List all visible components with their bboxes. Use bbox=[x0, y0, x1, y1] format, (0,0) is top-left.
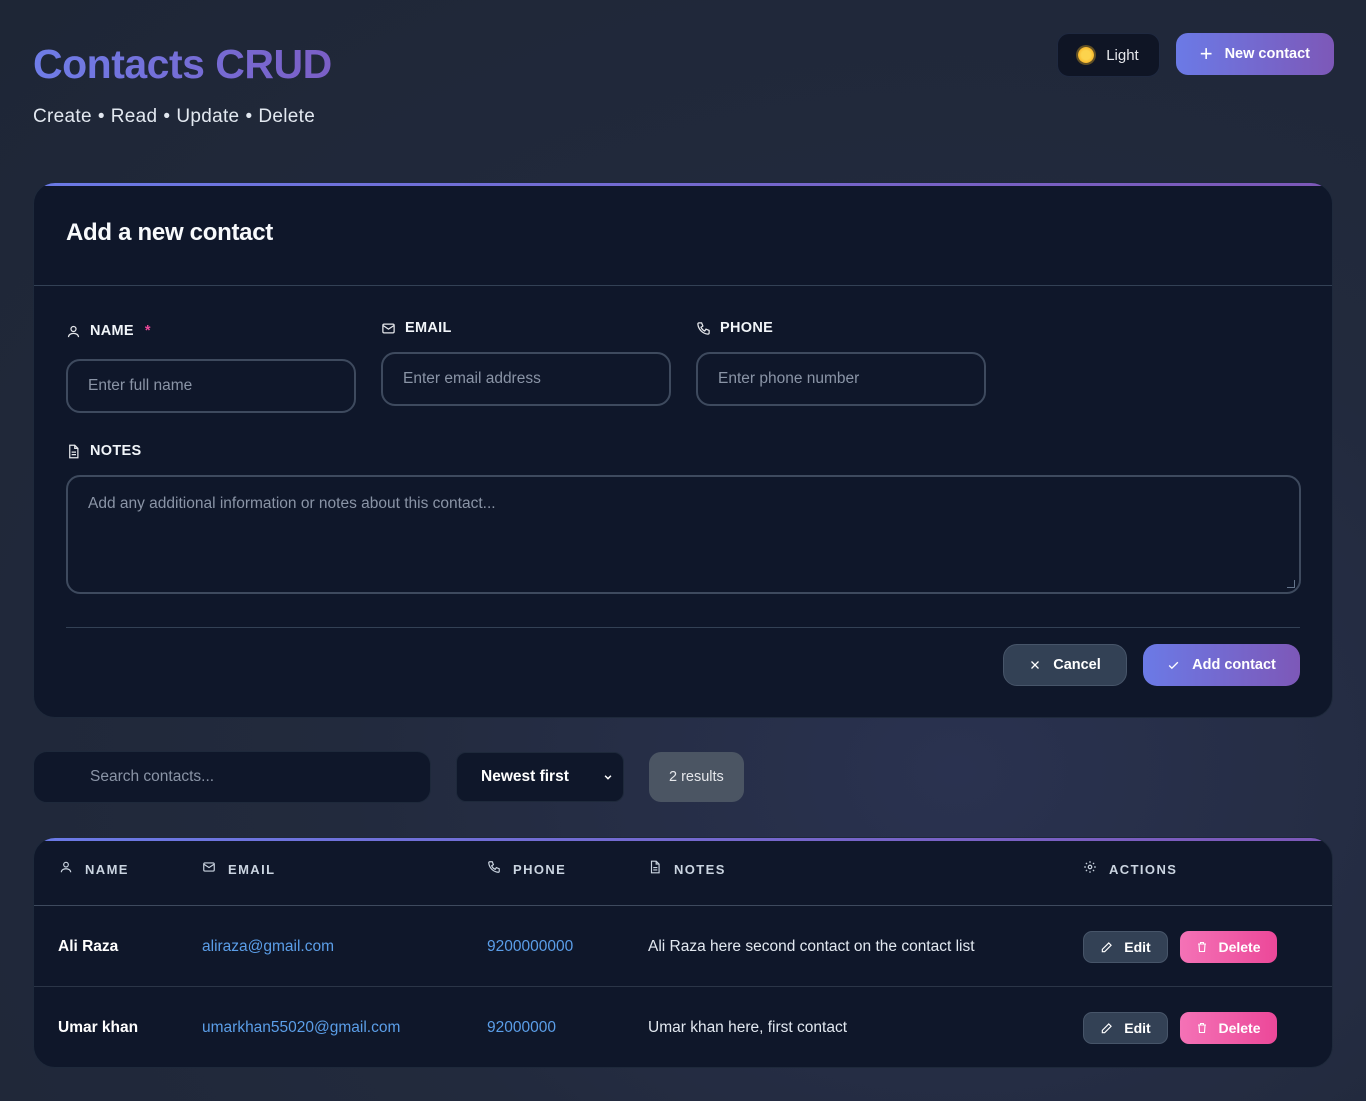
edit-label: Edit bbox=[1124, 1019, 1151, 1036]
cancel-button[interactable]: Cancel bbox=[1003, 644, 1127, 686]
edit-icon bbox=[1100, 1021, 1114, 1035]
table-row: Umar khan umarkhan55020@gmail.com 920000… bbox=[34, 987, 1332, 1067]
column-header-name: NAME bbox=[59, 861, 129, 877]
contact-email-link[interactable]: aliraza@gmail.com bbox=[202, 906, 334, 987]
document-icon bbox=[66, 444, 81, 459]
row-actions: Edit Delete bbox=[1083, 906, 1277, 987]
required-marker: * bbox=[144, 323, 151, 339]
table-header: NAME EMAIL PHONE NOTES ACTIONS bbox=[34, 838, 1332, 906]
subtitle-separator: • bbox=[163, 106, 171, 127]
trash-icon bbox=[1196, 1021, 1208, 1035]
email-input[interactable]: Enter email address bbox=[381, 352, 671, 406]
email-label-text: EMAIL bbox=[405, 320, 452, 336]
contact-notes: Umar khan here, first contact bbox=[648, 1018, 847, 1036]
edit-button[interactable]: Edit bbox=[1083, 930, 1168, 963]
user-icon bbox=[66, 324, 81, 339]
mail-icon bbox=[202, 861, 216, 874]
phone-icon bbox=[487, 860, 501, 874]
top-actions: Light + New contact bbox=[1057, 33, 1334, 77]
edit-label: Edit bbox=[1124, 938, 1151, 955]
theme-toggle-button[interactable]: Light bbox=[1057, 33, 1160, 77]
name-label-text: NAME bbox=[90, 323, 134, 339]
name-field: NAME * Enter full name bbox=[66, 323, 356, 413]
page-subtitle: Create • Read • Update • Delete bbox=[33, 106, 332, 128]
search-input[interactable]: Search contacts... bbox=[33, 751, 431, 803]
list-toolbar: Search contacts... Newest first 2 result… bbox=[33, 751, 744, 803]
user-icon bbox=[59, 861, 73, 874]
sort-select[interactable]: Newest first bbox=[456, 752, 624, 802]
column-header-notes: NOTES bbox=[648, 860, 726, 877]
column-header-email: EMAIL bbox=[202, 861, 276, 877]
email-field: EMAIL Enter email address bbox=[381, 320, 671, 406]
edit-button[interactable]: Edit bbox=[1083, 1011, 1168, 1044]
column-header-email-label: EMAIL bbox=[228, 862, 276, 877]
column-header-notes-label: NOTES bbox=[674, 862, 726, 877]
sun-icon bbox=[1078, 47, 1095, 63]
theme-toggle-label: Light bbox=[1106, 46, 1139, 64]
mail-icon bbox=[381, 321, 396, 336]
row-actions: Edit Delete bbox=[1083, 987, 1277, 1067]
results-count-badge: 2 results bbox=[649, 752, 744, 802]
column-header-actions-label: ACTIONS bbox=[1109, 862, 1178, 877]
column-header-phone: PHONE bbox=[487, 860, 567, 877]
delete-button[interactable]: Delete bbox=[1180, 930, 1277, 963]
check-icon bbox=[1167, 659, 1180, 672]
delete-label: Delete bbox=[1218, 938, 1261, 955]
contacts-table: NAME EMAIL PHONE NOTES ACTIONS Ali Raza … bbox=[33, 837, 1333, 1068]
phone-field: PHONE Enter phone number bbox=[696, 320, 986, 406]
subtitle-separator: • bbox=[97, 106, 105, 127]
contact-phone-link[interactable]: 92000000 bbox=[487, 987, 556, 1067]
phone-icon bbox=[696, 321, 711, 336]
table-row: Ali Raza aliraza@gmail.com 9200000000 Al… bbox=[34, 906, 1332, 987]
sort-selected-value: Newest first bbox=[481, 768, 569, 785]
contact-notes: Ali Raza here second contact on the cont… bbox=[648, 937, 975, 955]
form-actions: Cancel Add contact bbox=[1003, 644, 1300, 686]
chevron-down-icon bbox=[603, 772, 613, 782]
name-label: NAME * bbox=[66, 323, 356, 339]
new-contact-button[interactable]: + New contact bbox=[1175, 33, 1334, 75]
edit-icon bbox=[1100, 940, 1114, 954]
notes-placeholder: Add any additional information or notes … bbox=[88, 495, 496, 512]
notes-label: NOTES bbox=[66, 443, 1301, 459]
subtitle-update: Update bbox=[176, 106, 240, 127]
add-contact-button[interactable]: Add contact bbox=[1143, 644, 1300, 686]
notes-label-text: NOTES bbox=[90, 443, 142, 459]
add-contact-form: Add a new contact NAME * Enter full name… bbox=[33, 182, 1333, 718]
email-label: EMAIL bbox=[381, 320, 671, 336]
column-header-name-label: NAME bbox=[85, 862, 129, 877]
column-header-actions: ACTIONS bbox=[1083, 860, 1178, 877]
close-icon bbox=[1029, 659, 1041, 671]
subtitle-read: Read bbox=[110, 106, 158, 127]
phone-label-text: PHONE bbox=[720, 320, 774, 336]
contact-email-link[interactable]: umarkhan55020@gmail.com bbox=[202, 987, 400, 1067]
name-input[interactable]: Enter full name bbox=[66, 359, 356, 413]
gear-icon bbox=[1083, 860, 1097, 874]
plus-icon: + bbox=[1199, 41, 1213, 66]
column-header-phone-label: PHONE bbox=[513, 862, 567, 877]
contact-name: Ali Raza bbox=[58, 937, 119, 955]
subtitle-delete: Delete bbox=[258, 106, 316, 127]
resize-grip-icon[interactable] bbox=[1287, 580, 1295, 588]
page-header: Contacts CRUD Create • Read • Update • Delete bbox=[33, 40, 332, 128]
cancel-label: Cancel bbox=[1053, 657, 1101, 673]
form-title: Add a new contact bbox=[66, 219, 273, 246]
form-header: Add a new contact bbox=[34, 183, 1332, 286]
trash-icon bbox=[1196, 940, 1208, 954]
contact-name: Umar khan bbox=[58, 1018, 139, 1036]
delete-label: Delete bbox=[1218, 1019, 1261, 1036]
phone-label: PHONE bbox=[696, 320, 986, 336]
page-title: Contacts CRUD bbox=[33, 41, 332, 87]
subtitle-separator: • bbox=[245, 106, 253, 127]
delete-button[interactable]: Delete bbox=[1180, 1011, 1277, 1044]
form-divider bbox=[66, 627, 1300, 628]
notes-field: NOTES Add any additional information or … bbox=[66, 443, 1301, 594]
subtitle-create: Create bbox=[33, 106, 92, 127]
phone-input[interactable]: Enter phone number bbox=[696, 352, 986, 406]
contact-phone-link[interactable]: 9200000000 bbox=[487, 906, 573, 987]
new-contact-label: New contact bbox=[1224, 46, 1310, 62]
add-contact-label: Add contact bbox=[1192, 657, 1276, 673]
notes-textarea[interactable]: Add any additional information or notes … bbox=[66, 475, 1301, 594]
document-icon bbox=[648, 860, 662, 874]
